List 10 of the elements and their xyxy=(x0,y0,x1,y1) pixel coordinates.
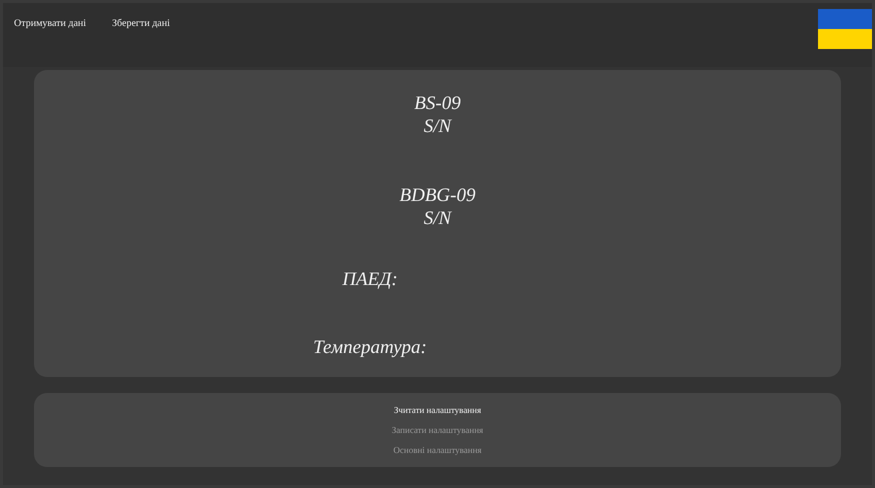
serial-label: S/N xyxy=(424,115,452,138)
nav-link[interactable]: Зберегти дані xyxy=(112,18,170,29)
nav-link[interactable]: Отримувати дані xyxy=(14,18,86,29)
device-name: BS-09 xyxy=(414,92,461,115)
reading-label: ПАЕД: xyxy=(342,269,398,290)
reading-label: Температура: xyxy=(313,337,427,358)
settings-menu-item[interactable]: Зчитати налаштування xyxy=(394,403,482,418)
serial-label: S/N xyxy=(424,207,452,230)
device-name: BDBG-09 xyxy=(400,184,476,207)
flag-icon xyxy=(818,9,872,49)
